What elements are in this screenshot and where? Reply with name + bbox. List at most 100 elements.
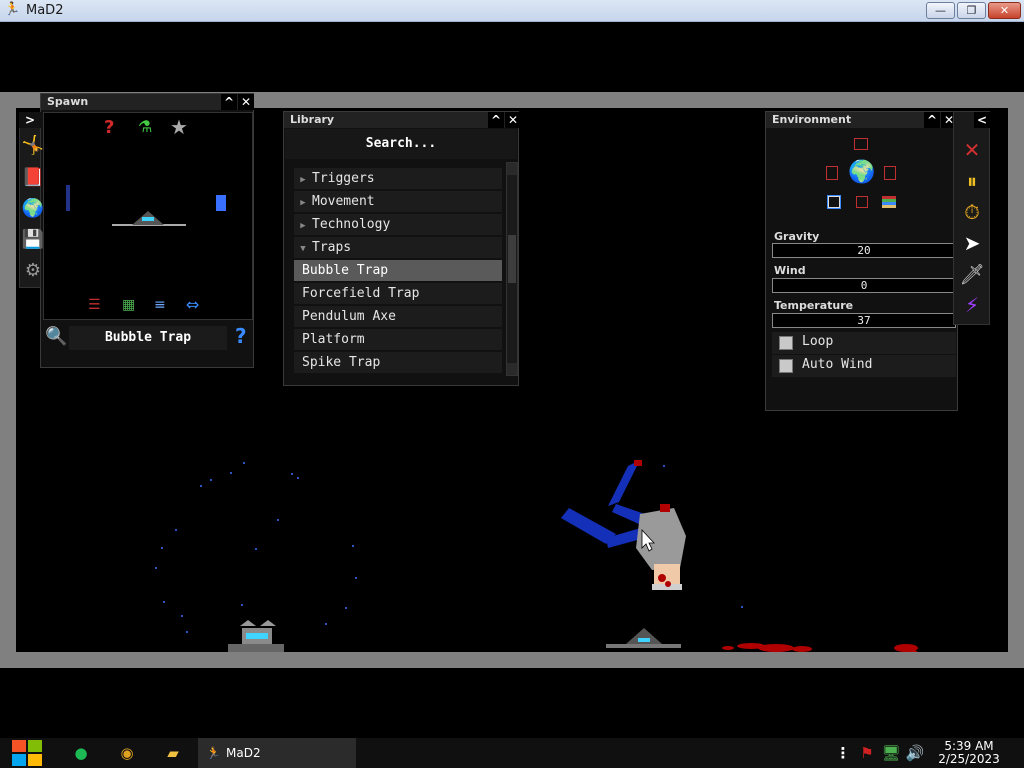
- volume-icon[interactable]: 🔊: [904, 742, 926, 764]
- box-mode-icon[interactable]: [827, 195, 841, 209]
- sliders-icon[interactable]: ☰: [88, 297, 101, 313]
- tool-column: < ✕ ⏸ ⏱ ➤ 🗡 ⚡: [953, 111, 990, 325]
- search-icon[interactable]: 🔍: [45, 326, 67, 347]
- spawn-preview: ? ⚗ ★ ☰ ▦ ≡ ⇔: [43, 112, 253, 320]
- delete-tool-icon[interactable]: ✕: [958, 136, 986, 164]
- windows-logo-icon: [12, 740, 42, 766]
- library-search-input[interactable]: Search...: [285, 129, 517, 159]
- library-item-spike-trap[interactable]: Spike Trap: [294, 352, 502, 373]
- blood-splatter: [722, 643, 918, 652]
- taskbar-item-label: MaD2: [226, 746, 261, 760]
- list-icon[interactable]: ≡: [154, 297, 166, 313]
- category-traps[interactable]: ▼ Traps: [294, 237, 502, 258]
- globe-icon[interactable]: 🌍: [848, 160, 875, 186]
- grid-icon[interactable]: ▦: [122, 297, 135, 313]
- library-item-platform[interactable]: Platform: [294, 329, 502, 350]
- wind-field[interactable]: 0: [772, 278, 956, 293]
- settings-gear-icon[interactable]: ⚙: [21, 259, 45, 283]
- minimize-button[interactable]: —: [926, 2, 955, 19]
- bubble-trap-preview-graphic: [66, 185, 226, 226]
- collapse-arrow-icon: ▼: [300, 244, 306, 254]
- auto-wind-checkbox-row[interactable]: Auto Wind: [772, 355, 956, 377]
- ragdoll: [561, 460, 686, 590]
- help-icon[interactable]: ?: [235, 324, 247, 348]
- stopwatch-icon[interactable]: ⏱: [958, 198, 986, 226]
- start-button[interactable]: [10, 738, 44, 768]
- spotify-icon[interactable]: ●: [70, 742, 92, 764]
- temperature-field[interactable]: 37: [772, 313, 956, 328]
- save-icon[interactable]: 💾: [21, 228, 45, 252]
- auto-wind-label: Auto Wind: [802, 357, 873, 372]
- pause-icon[interactable]: ⏸: [958, 167, 986, 195]
- spawn-sidebar-toggle[interactable]: >: [19, 112, 41, 128]
- temperature-label: Temperature: [774, 299, 854, 312]
- library-panel-title: Library: [290, 113, 335, 126]
- library-panel-header[interactable]: Library ^ ✕: [284, 112, 521, 128]
- scroll-up-button[interactable]: [507, 163, 517, 175]
- layers-icon[interactable]: [882, 196, 896, 208]
- scroll-thumb[interactable]: [508, 235, 516, 283]
- taskbar-clock[interactable]: 5:39 AM 2/25/2023: [934, 740, 1004, 766]
- expand-arrow-icon: ▶: [300, 221, 306, 231]
- category-movement[interactable]: ▶ Movement: [294, 191, 502, 212]
- chrome-icon[interactable]: ◉: [116, 742, 138, 764]
- library-item-bubble-trap[interactable]: Bubble Trap: [294, 260, 502, 281]
- flask-icon[interactable]: ⚗: [138, 117, 152, 136]
- environment-panel-header[interactable]: Environment ^ ✕: [766, 112, 957, 128]
- auto-wind-checkbox[interactable]: [779, 359, 793, 373]
- folder-icon[interactable]: ▰: [162, 742, 184, 764]
- category-technology[interactable]: ▶ Technology: [294, 214, 502, 235]
- swap-icon[interactable]: ⇔: [186, 295, 199, 314]
- clock-date: 2/25/2023: [938, 752, 1000, 766]
- library-scrollbar[interactable]: [506, 162, 518, 376]
- globe-category-icon[interactable]: 🌍: [21, 197, 45, 221]
- book-category-icon[interactable]: 📕: [21, 166, 45, 190]
- library-panel: Library ^ ✕ Search... ▶ Triggers ▶ Movemen…: [283, 111, 521, 386]
- left-wall-toggle[interactable]: [826, 166, 838, 180]
- bottom-wall-toggle[interactable]: [856, 196, 868, 208]
- spawn-close-button[interactable]: ✕: [238, 94, 254, 110]
- lightning-icon[interactable]: ⚡: [958, 291, 986, 319]
- spawn-panel-header[interactable]: Spawn ^ ✕: [41, 94, 254, 110]
- spawner-device: [228, 620, 284, 652]
- loop-checkbox-row[interactable]: Loop: [772, 332, 956, 354]
- environment-collapse-button[interactable]: ^: [924, 112, 940, 128]
- right-wall-toggle[interactable]: [884, 166, 896, 180]
- wind-label: Wind: [774, 264, 806, 277]
- pointer-icon[interactable]: ➤: [958, 229, 986, 257]
- star-icon[interactable]: ★: [170, 115, 188, 139]
- overflow-icon[interactable]: ⋮: [832, 742, 854, 764]
- library-close-button[interactable]: ✕: [505, 112, 521, 128]
- taskbar-item-mad2[interactable]: 🏃 MaD2: [198, 738, 356, 768]
- tool-column-toggle[interactable]: <: [974, 112, 990, 128]
- knife-icon[interactable]: 🗡: [958, 260, 986, 288]
- spawn-collapse-button[interactable]: ^: [221, 94, 237, 110]
- library-item-pendulum-axe[interactable]: Pendulum Axe: [294, 306, 502, 327]
- expand-arrow-icon: ▶: [300, 198, 306, 208]
- window-titlebar[interactable]: 🏃 MaD2 — ❐ ✕: [0, 0, 1024, 22]
- screen: 🏃 MaD2 — ❐ ✕ Spawn ^ ✕ > 🤸 📕 🌍 💾 ⚙ ? ⚗ ★…: [0, 0, 1024, 768]
- gravity-field[interactable]: 20: [772, 243, 956, 258]
- flag-icon[interactable]: ⚑: [856, 742, 878, 764]
- expand-arrow-icon: ▶: [300, 175, 306, 185]
- taskbar: ● ◉ ▰ 🏃 MaD2 ⋮ ⚑ 🖥 🔊 5:39 AM 2/25/2023: [0, 738, 1024, 768]
- window-title: MaD2: [26, 3, 64, 18]
- top-wall-toggle[interactable]: [854, 138, 868, 150]
- loop-checkbox[interactable]: [779, 336, 793, 350]
- spawn-panel: Spawn ^ ✕ > 🤸 📕 🌍 💾 ⚙ ? ⚗ ★ ☰ ▦ ≡ ⇔ 🔍 Bu…: [19, 93, 254, 368]
- library-item-forcefield-trap[interactable]: Forcefield Trap: [294, 283, 502, 304]
- library-collapse-button[interactable]: ^: [488, 112, 504, 128]
- close-window-button[interactable]: ✕: [988, 2, 1021, 19]
- loop-label: Loop: [802, 334, 834, 349]
- mad2-taskbar-icon: 🏃: [206, 746, 221, 760]
- bubble-trap-base: [606, 628, 681, 648]
- scroll-down-button[interactable]: [507, 363, 517, 375]
- selected-item-name: Bubble Trap: [69, 326, 227, 350]
- spawn-panel-title: Spawn: [47, 95, 89, 108]
- network-icon[interactable]: 🖥: [880, 742, 902, 764]
- environment-panel-title: Environment: [772, 113, 852, 126]
- category-triggers[interactable]: ▶ Triggers: [294, 168, 502, 189]
- random-question-icon[interactable]: ?: [104, 117, 114, 138]
- maximize-button[interactable]: ❐: [957, 2, 986, 19]
- ragdoll-category-icon[interactable]: 🤸: [21, 134, 45, 158]
